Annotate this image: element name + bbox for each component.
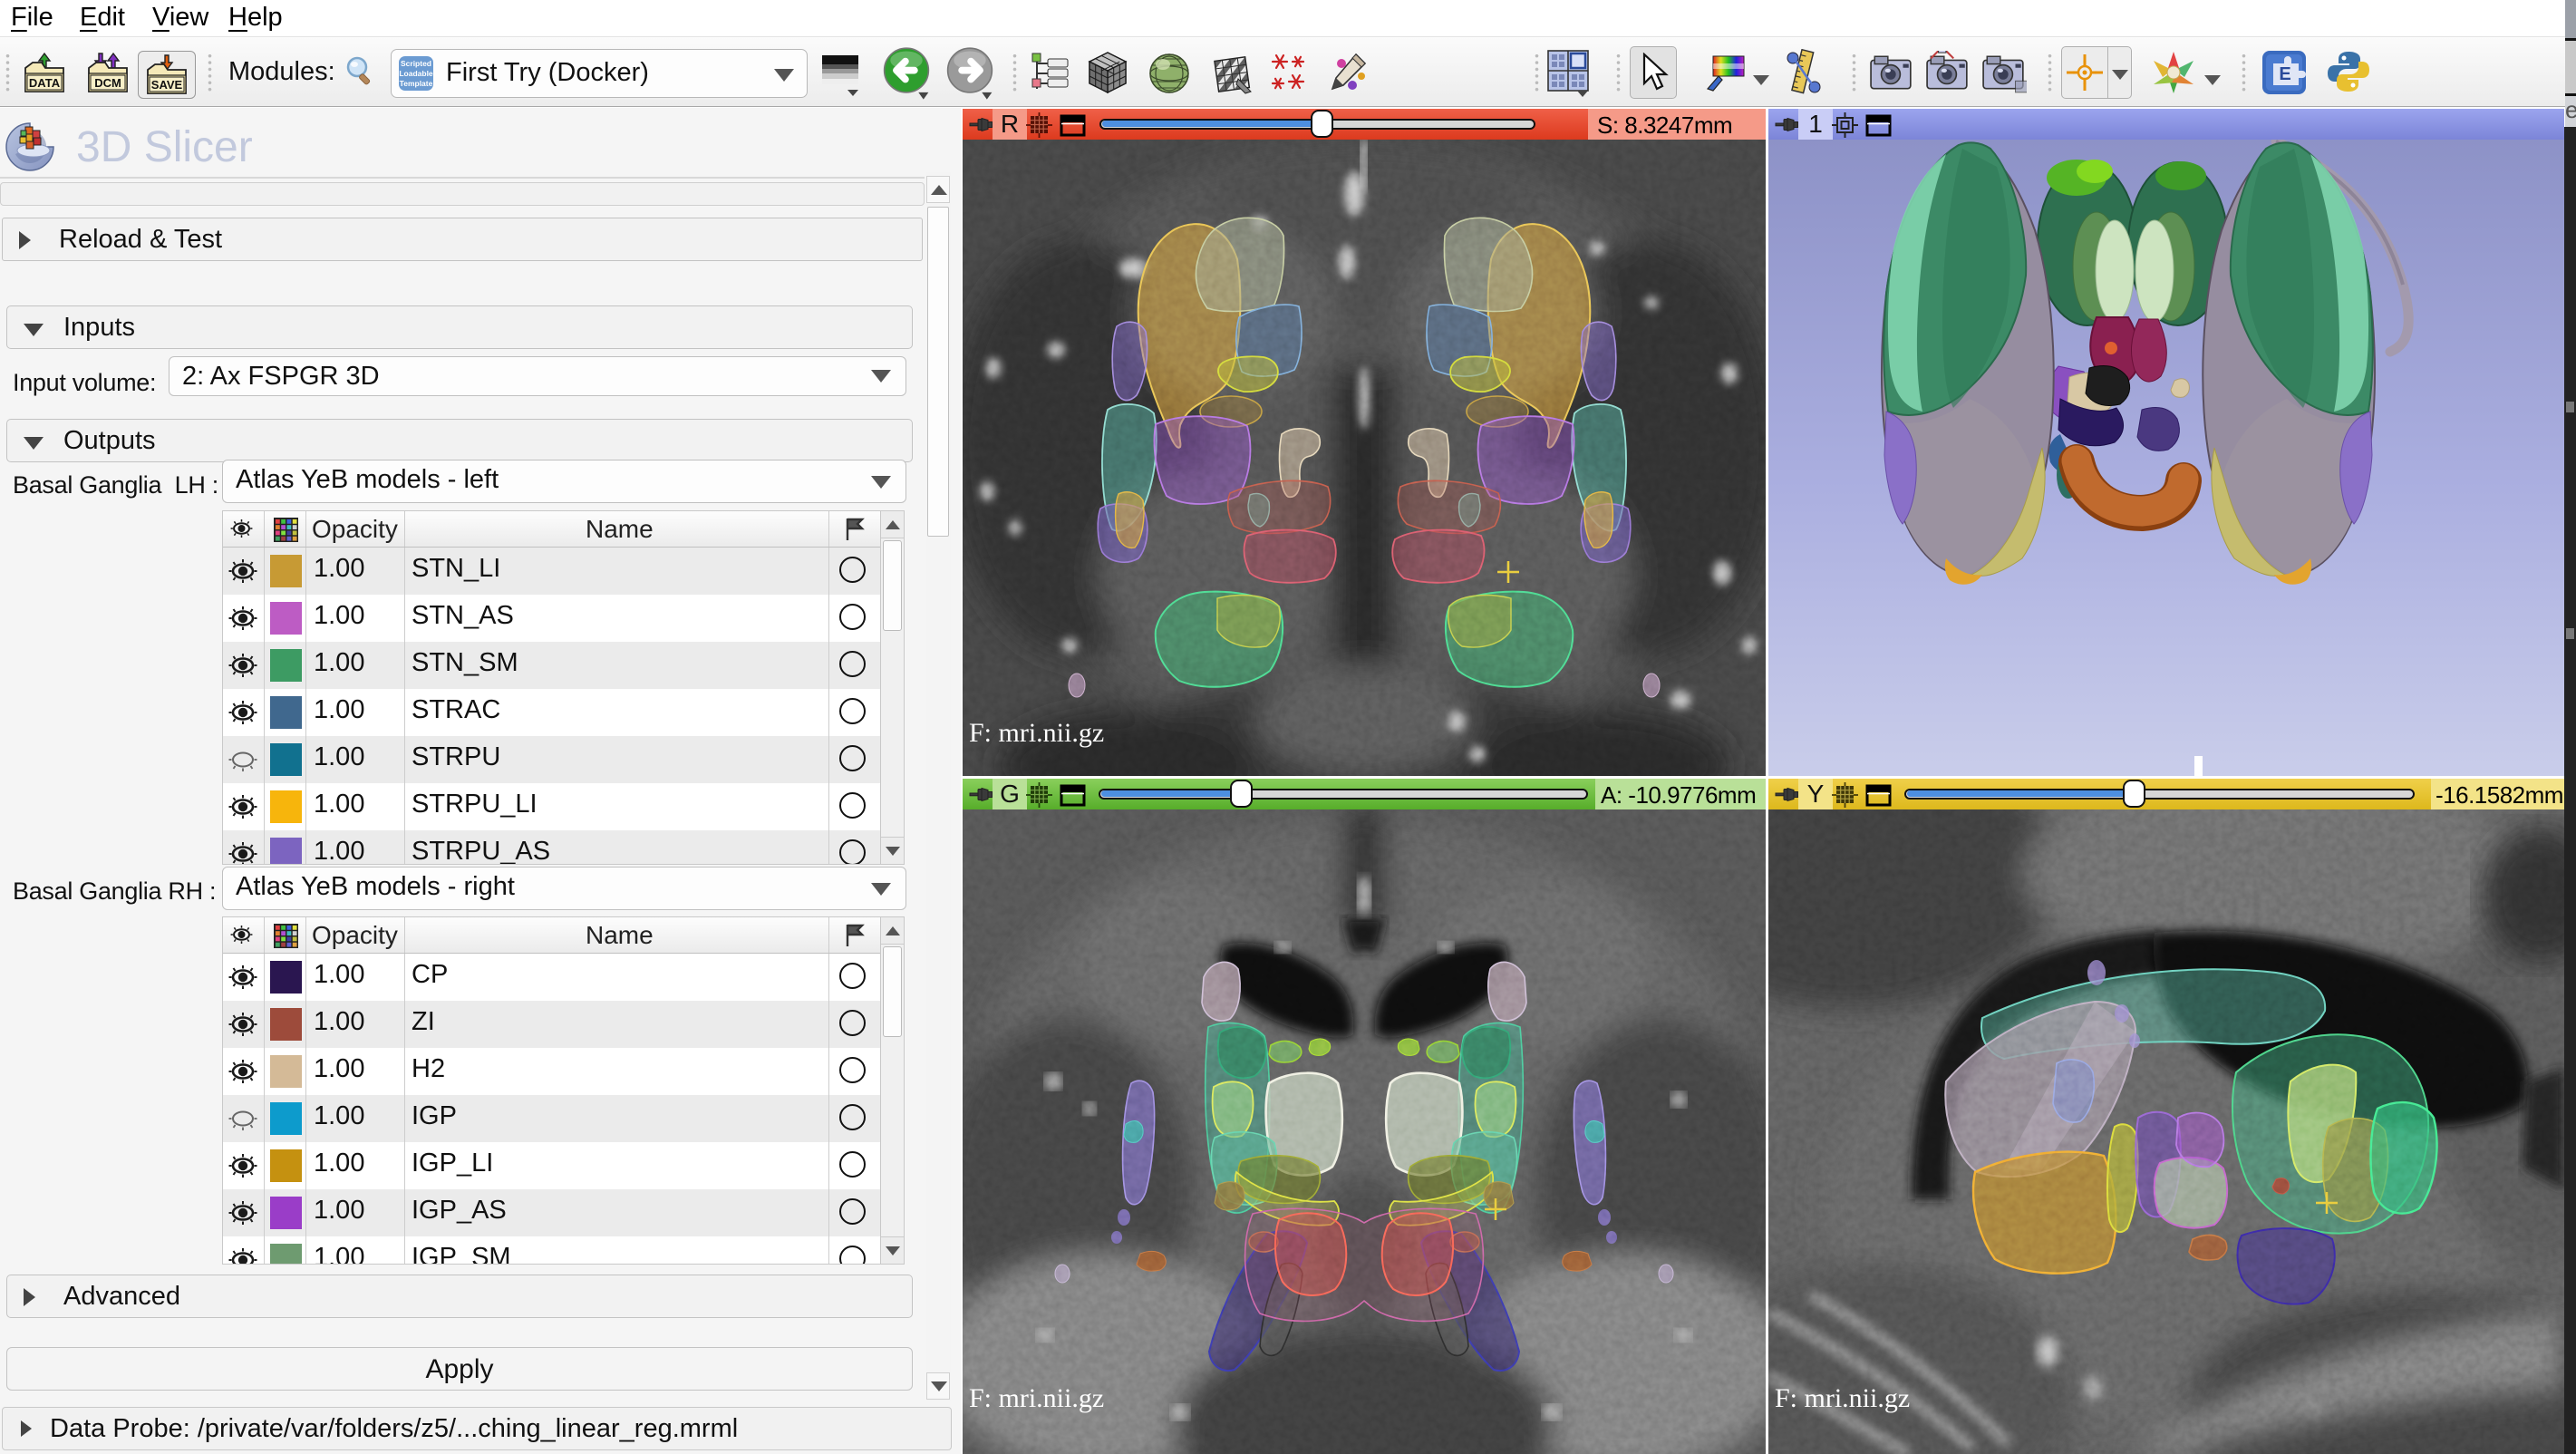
svg-text:Template: Template [400, 79, 433, 88]
svg-text:E: E [2279, 64, 2290, 84]
svg-text:Scripted: Scripted [401, 59, 431, 68]
svg-text:Loadable: Loadable [399, 69, 433, 78]
svg-text:DATA: DATA [29, 76, 61, 90]
svg-text:SAVE: SAVE [151, 78, 183, 92]
svg-text:DCM: DCM [94, 76, 121, 90]
